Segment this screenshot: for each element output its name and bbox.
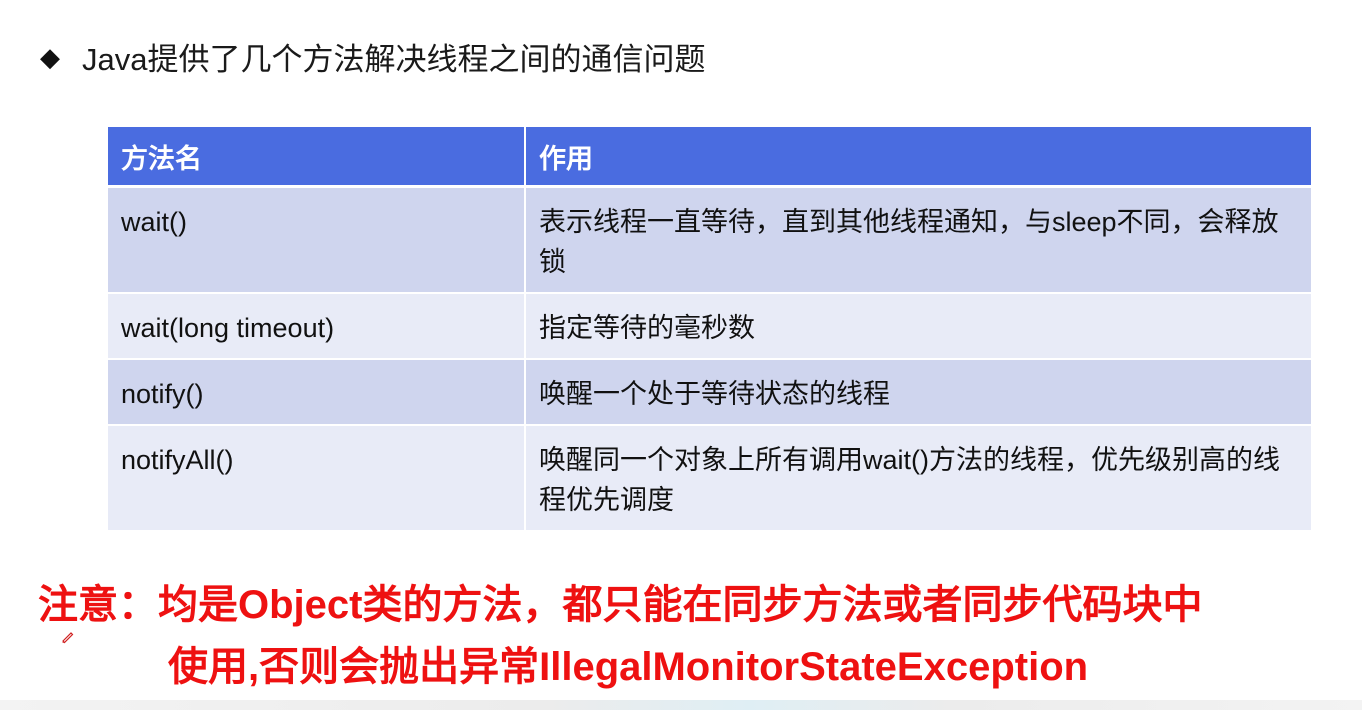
slide-heading: ◆ Java提供了几个方法解决线程之间的通信问题 <box>40 34 705 79</box>
table-row: notifyAll() 唤醒同一个对象上所有调用wait()方法的线程，优先级别… <box>108 424 1311 530</box>
method-name-cell: wait(long timeout) <box>108 292 525 359</box>
warning-note-line-2: 使用,否则会抛出异常IllegalMonitorStateException <box>168 645 1089 689</box>
method-description-cell: 唤醒一个处于等待状态的线程 <box>524 358 1311 425</box>
column-header-method: 方法名 <box>108 127 525 188</box>
method-description-cell: 指定等待的毫秒数 <box>524 292 1311 359</box>
warning-note-line-1: 注意：均是Object类的方法，都只能在同步方法或者同步代码块中 <box>38 583 1203 627</box>
method-description-cell: 表示线程一直等待，直到其他线程通知，与sleep不同，会释放锁 <box>524 185 1311 293</box>
pen-cursor-icon <box>62 632 74 644</box>
method-name-cell: wait() <box>108 185 525 293</box>
method-name-cell: notifyAll() <box>108 424 525 530</box>
table-header-row: 方法名 作用 <box>108 127 1311 188</box>
column-header-description: 作用 <box>524 127 1311 188</box>
bottom-bar <box>0 700 1362 710</box>
warning-note: 注意：均是Object类的方法，都只能在同步方法或者同步代码块中 使用,否则会抛… <box>0 574 1362 698</box>
diamond-bullet-icon: ◆ <box>40 41 60 72</box>
method-description-cell: 唤醒同一个对象上所有调用wait()方法的线程，优先级别高的线程优先调度 <box>524 424 1311 530</box>
methods-table: 方法名 作用 wait() 表示线程一直等待，直到其他线程通知，与sleep不同… <box>108 127 1311 530</box>
heading-text: Java提供了几个方法解决线程之间的通信问题 <box>82 42 706 77</box>
table-row: wait(long timeout) 指定等待的毫秒数 <box>108 292 1311 359</box>
slide: ◆ Java提供了几个方法解决线程之间的通信问题 方法名 作用 wait() 表… <box>0 0 1362 710</box>
table-row: wait() 表示线程一直等待，直到其他线程通知，与sleep不同，会释放锁 <box>108 185 1311 293</box>
method-name-cell: notify() <box>108 358 525 425</box>
table-row: notify() 唤醒一个处于等待状态的线程 <box>108 358 1311 425</box>
